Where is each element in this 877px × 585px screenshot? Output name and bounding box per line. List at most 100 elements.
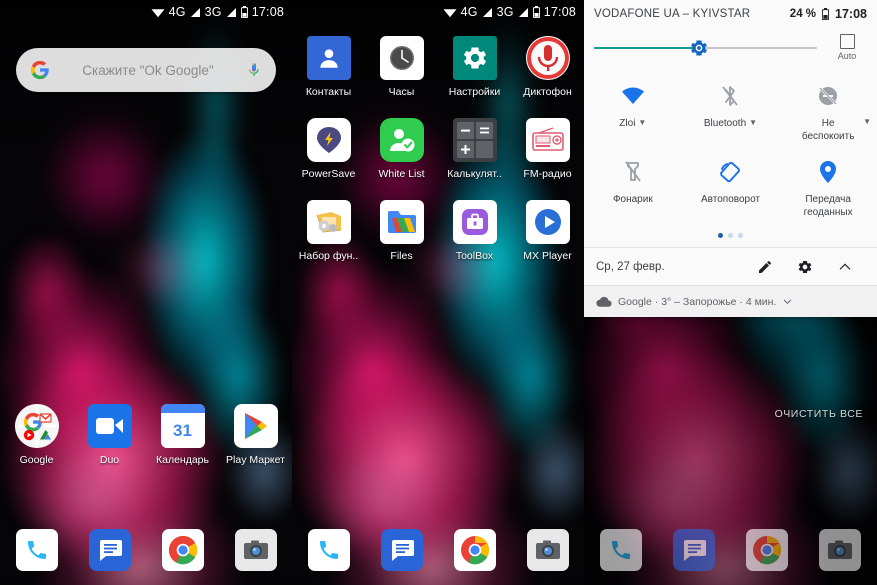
powersave-icon [306,118,351,162]
app-calculator[interactable]: Калькулят.. [438,118,511,180]
dock-item-phone[interactable] [0,529,73,571]
chevron-down-icon[interactable]: ▼ [863,117,871,126]
tile-location[interactable]: Передача геоданных [779,149,877,225]
app-grid: Контакты Часы Настройки Диктофон PowerSa… [292,36,584,262]
chrome-icon [746,529,789,571]
app-label: FM-радио [523,168,572,180]
app-label: Контакты [305,86,352,98]
app-play-store[interactable]: Play Маркет [219,404,292,466]
app-calendar[interactable]: 31 Календарь [146,404,219,466]
app-label: Настройки [448,86,501,98]
duo-icon [87,404,132,448]
google-folder-icon [14,404,59,448]
battery-icon [532,6,540,18]
clear-all-button[interactable]: ОЧИСТИТЬ ВСЕ [775,408,863,420]
dock-item-messages[interactable] [365,529,438,571]
tile-label: Фонарик [612,194,653,205]
dock-item-phone[interactable] [292,529,365,571]
toolkit-icon [306,200,351,244]
auto-brightness-toggle[interactable]: Auto [827,34,867,61]
app-label: Диктофон [523,86,572,98]
brightness-gear-icon[interactable] [689,38,709,58]
network-4g-label: 4G [168,5,186,19]
app-google-folder[interactable]: Google [0,404,73,466]
dock-item-chrome[interactable] [146,529,219,571]
files-icon [379,200,424,244]
cloud-icon [596,296,612,308]
dock-item-chrome[interactable] [731,529,804,571]
app-toolkit[interactable]: Набор фун.. [292,200,365,262]
tile-flashlight[interactable]: Фонарик [584,149,682,225]
dock-item-camera[interactable] [511,529,584,571]
chevron-down-icon[interactable] [782,296,793,307]
dock-item-camera[interactable] [804,529,877,571]
app-label: PowerSave [301,168,356,180]
dock-right [584,529,877,571]
tile-label: Не беспокоить [801,118,855,142]
battery-icon [240,6,248,18]
phone-icon [307,529,350,571]
page-indicator [584,227,877,247]
gear-icon[interactable] [785,259,825,275]
dock-item-chrome[interactable] [438,529,511,571]
page-dot-active[interactable] [718,233,723,238]
app-files[interactable]: Files [365,200,438,262]
clock-icon [379,36,424,80]
page-dot[interactable] [738,233,743,238]
brightness-slider[interactable] [594,38,817,58]
dock-item-phone[interactable] [584,529,657,571]
tile-bluetooth[interactable]: Bluetooth ▼ [682,73,780,149]
carrier-label: VODAFONE UA – KYIVSTAR [594,8,751,20]
wifi-icon [151,7,165,18]
home-app-row: Google Duo 31 Календарь Play Маркет [0,404,292,466]
signal-3g-icon [226,7,237,18]
wifi-icon [443,7,457,18]
contacts-icon [306,36,351,80]
tile-do-not-disturb[interactable]: Не беспокоить ▼ [779,73,877,149]
app-label: Duo [99,454,120,466]
chevron-up-icon[interactable] [825,259,865,275]
fm-radio-icon [525,118,570,162]
app-white-list[interactable]: White List [365,118,438,180]
app-clock[interactable]: Часы [365,36,438,98]
tile-label: Передача геоданных [803,194,853,218]
app-mx-player[interactable]: MX Player [511,200,584,262]
dock-item-messages[interactable] [657,529,730,571]
status-bar: 4G 3G 17:08 [292,0,584,24]
pencil-icon[interactable] [745,259,785,275]
chevron-down-icon[interactable]: ▼ [749,118,757,128]
network-4g-label: 4G [460,5,478,19]
brightness-row: Auto [584,28,877,69]
app-duo[interactable]: Duo [73,404,146,466]
app-voice-recorder[interactable]: Диктофон [511,36,584,98]
tile-label: Автоповорот [700,194,760,205]
status-bar-clock: 17:08 [251,5,284,19]
chevron-down-icon[interactable]: ▼ [638,118,646,128]
dock-item-camera[interactable] [219,529,292,571]
page-dot[interactable] [728,233,733,238]
chrome-icon [161,529,204,571]
app-toolbox[interactable]: ToolBox [438,200,511,262]
app-label: Play Маркет [226,454,285,466]
tile-auto-rotate[interactable]: Автоповорот [682,149,780,225]
checkbox-icon[interactable] [839,34,855,49]
dock-item-messages[interactable] [73,529,146,571]
app-contacts[interactable]: Контакты [292,36,365,98]
camera-icon [234,529,277,571]
app-powersave[interactable]: PowerSave [292,118,365,180]
date-label: Ср, 27 февр. [596,260,665,273]
app-label: White List [378,168,425,180]
status-bar-clock: 17:08 [543,5,576,19]
app-label: Набор фун.. [298,250,359,262]
tile-wifi[interactable]: Zloi ▼ [584,73,682,149]
app-drawer-panel: 4G 3G 17:08 Контакты Часы Настройки Дикт… [292,0,584,585]
app-settings[interactable]: Настройки [438,36,511,98]
notification-row[interactable]: Google · 3° – Запорожье · 4 мин. [584,285,877,317]
quick-settings-sheet: VODAFONE UA – KYIVSTAR 24 % 17:08 Auto Z… [584,0,877,317]
google-search-bar[interactable]: Скажите "Ok Google" [16,48,276,92]
toolbox-icon [452,200,497,244]
app-label: ToolBox [455,250,494,262]
qs-status-bar: VODAFONE UA – KYIVSTAR 24 % 17:08 [584,0,877,28]
microphone-icon[interactable] [246,61,262,79]
app-fm-radio[interactable]: FM-радио [511,118,584,180]
